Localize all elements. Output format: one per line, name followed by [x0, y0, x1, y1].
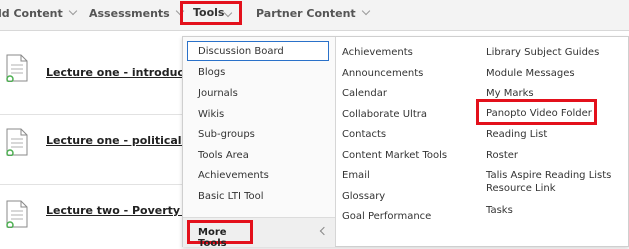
more-tools-row[interactable]: More Tools	[183, 217, 335, 249]
divider	[0, 114, 190, 115]
menu-item-collaborate-ultra[interactable]: Collaborate Ultra	[342, 109, 427, 120]
menu-item-resource-link[interactable]: Resource Link	[486, 183, 556, 194]
menu-item-talis-aspire[interactable]: Talis Aspire Reading Lists	[486, 170, 611, 181]
menu-item-wikis[interactable]: Wikis	[198, 109, 224, 120]
nav-partner-content[interactable]: Partner Content	[256, 0, 370, 30]
menu-item-achievements[interactable]: Achievements	[198, 170, 269, 181]
menu-item-tools-area[interactable]: Tools Area	[198, 150, 249, 161]
menu-item-contacts[interactable]: Contacts	[342, 129, 386, 140]
menu-item-goal-performance[interactable]: Goal Performance	[342, 211, 431, 222]
nav-assessments[interactable]: Assessments	[89, 0, 184, 30]
nav-partner-content-label: Partner Content	[256, 7, 356, 20]
course-nav-bar: ld Content Assessments Tools Partner Con…	[0, 0, 629, 31]
panopto-highlight	[476, 99, 597, 125]
content-item-link[interactable]: Lecture one - political i	[46, 134, 189, 147]
menu-item-reading-list[interactable]: Reading List	[486, 129, 547, 140]
content-item-link[interactable]: Lecture two - Poverty a	[46, 204, 191, 217]
chevron-down-icon	[223, 8, 233, 18]
menu-item-roster[interactable]: Roster	[486, 150, 518, 161]
tools-dropdown-menu: Discussion Board Blogs Journals Wikis Su…	[182, 36, 629, 249]
menu-item-library-subject-guides[interactable]: Library Subject Guides	[486, 47, 599, 58]
chevron-down-icon	[361, 6, 370, 16]
menu-item-email[interactable]: Email	[342, 170, 370, 181]
more-tools-label: More Tools	[198, 227, 227, 249]
menu-item-content-market-tools[interactable]: Content Market Tools	[342, 150, 447, 161]
menu-item-calendar[interactable]: Calendar	[342, 88, 387, 99]
list-item: Lecture two - Poverty a	[0, 190, 191, 238]
chevron-down-icon	[68, 6, 77, 16]
menu-item-sub-groups[interactable]: Sub-groups	[198, 129, 255, 140]
menu-item-tasks[interactable]: Tasks	[486, 205, 513, 216]
menu-item-my-marks[interactable]: My Marks	[486, 88, 534, 99]
nav-build-content-label: ld Content	[0, 7, 63, 20]
menu-item-blogs[interactable]: Blogs	[198, 67, 225, 78]
menu-item-announcements[interactable]: Announcements	[342, 68, 423, 79]
document-icon	[6, 128, 28, 156]
nav-build-content[interactable]: ld Content	[0, 0, 77, 30]
document-icon	[6, 200, 28, 228]
menu-item-glossary[interactable]: Glossary	[342, 191, 385, 202]
content-item-link[interactable]: Lecture one - introduct	[46, 66, 189, 79]
chevron-left-icon	[319, 226, 329, 236]
menu-item-journals[interactable]: Journals	[198, 88, 238, 99]
list-item: Lecture one - political i	[0, 118, 190, 166]
menu-item-module-messages[interactable]: Module Messages	[486, 68, 575, 79]
menu-item-discussion-board[interactable]: Discussion Board	[187, 41, 329, 61]
tools-menu-column-primary: Discussion Board Blogs Journals Wikis Su…	[183, 37, 336, 249]
menu-item-achievements-2[interactable]: Achievements	[342, 47, 413, 58]
more-tools-highlight[interactable]: More Tools	[187, 220, 253, 249]
nav-tools[interactable]: Tools	[180, 1, 242, 25]
menu-item-basic-lti-tool[interactable]: Basic LTI Tool	[198, 191, 264, 202]
divider	[0, 184, 190, 185]
nav-assessments-label: Assessments	[89, 7, 170, 20]
nav-tools-label: Tools	[193, 6, 225, 19]
list-item: Lecture one - introduct	[0, 48, 190, 96]
document-icon	[6, 54, 28, 82]
